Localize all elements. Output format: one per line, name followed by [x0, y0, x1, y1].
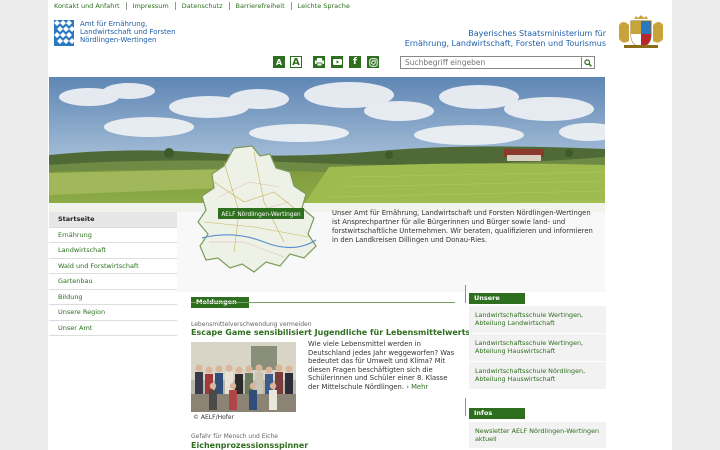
ministry-title[interactable]: Bayerisches Staatsministerium für Ernähr… [405, 29, 606, 48]
ministry-title-line: Ernährung, Landwirtschaft, Forsten und T… [404, 38, 606, 48]
topnav-link-impressum[interactable]: Impressum [127, 2, 176, 10]
topnav-link-datenschutz[interactable]: Datenschutz [176, 2, 230, 10]
sidebar-item-startseite[interactable]: Startseite [49, 212, 177, 228]
news-image-caption: © AELF/Hofer [193, 414, 235, 421]
amt-title-line: Nördlingen-Wertingen [80, 36, 157, 44]
school-link[interactable]: Landwirtschaftsschule Wertingen, Abteilu… [469, 306, 606, 334]
news-kicker: Gefahr für Mensch und Eiche [191, 433, 278, 440]
facebook-icon[interactable]: f [349, 56, 361, 68]
top-navigation: Kontakt und Anfahrt Impressum Datenschut… [54, 0, 356, 12]
header-banner-image [49, 77, 605, 212]
news-teaser-text: Wie viele Lebensmittel werden in Deutsch… [308, 340, 455, 391]
news-title-link[interactable]: Escape Game sensibilisiert Jugendliche f… [191, 328, 512, 337]
amt-title: Amt für Ernährung, Landwirtschaft und Fo… [80, 20, 176, 44]
youtube-icon[interactable] [331, 56, 343, 68]
bavarian-lozenge-icon [54, 20, 74, 46]
sidebar-navigation: Startseite Ernährung Landwirtschaft Wald… [49, 212, 177, 336]
info-heading-rule [465, 398, 466, 416]
intro-text: Unser Amt für Ernährung, Landwirtschaft … [332, 209, 593, 244]
search-box [400, 56, 595, 69]
toolbar: A A f [273, 56, 379, 68]
print-icon[interactable] [313, 56, 325, 68]
map-label: AELF Nördlingen-Wertingen [221, 212, 301, 218]
instagram-icon[interactable] [367, 56, 379, 68]
news-title-link[interactable]: Eichenprozessionsspinner [191, 441, 308, 450]
news-heading-rule [191, 302, 455, 303]
news-more-link[interactable]: › Mehr [406, 383, 428, 391]
sidebar-item-wald-und-forstwirtschaft[interactable]: Wald und Forstwirtschaft [49, 259, 177, 274]
bavarian-coat-of-arms-icon [616, 15, 666, 49]
sidebar-item-unsere-region[interactable]: Unsere Region [49, 305, 177, 321]
sidebar-item-landwirtschaft[interactable]: Landwirtschaft [49, 243, 177, 259]
font-size-small-button[interactable]: A [273, 56, 285, 68]
schools-heading-rule [465, 285, 466, 303]
sidebar-item-unser-amt[interactable]: Unser Amt [49, 321, 177, 336]
sidebar-item-bildung[interactable]: Bildung [49, 290, 177, 305]
topnav-link-barrierefreiheit[interactable]: Barrierefreiheit [230, 2, 292, 10]
sidebar-item-gartenbau[interactable]: Gartenbau [49, 274, 177, 290]
newsletter-link[interactable]: Newsletter AELF Nördlingen-Wertingen akt… [469, 422, 606, 449]
news-image[interactable] [191, 342, 296, 412]
region-map[interactable]: AELF Nördlingen-Wertingen [194, 142, 324, 276]
amt-title-line: Amt für Ernährung, [80, 20, 148, 28]
school-link[interactable]: Landwirtschaftsschule Wertingen, Abteilu… [469, 334, 606, 362]
search-icon [584, 58, 592, 67]
search-input[interactable] [401, 57, 581, 68]
info-box: Newsletter AELF Nördlingen-Wertingen akt… [469, 422, 606, 449]
sidebar-item-ernaehrung[interactable]: Ernährung [49, 228, 177, 243]
school-link[interactable]: Landwirtschaftsschule Nördlingen, Abteil… [469, 362, 606, 390]
page: Kontakt und Anfahrt Impressum Datenschut… [48, 0, 672, 450]
ministry-title-line: Bayerisches Staatsministerium für [468, 29, 606, 38]
schools-heading: Unsere Schulen [469, 293, 525, 313]
amt-logo[interactable]: Amt für Ernährung, Landwirtschaft und Fo… [54, 20, 176, 46]
search-button[interactable] [581, 57, 594, 68]
schools-box: Landwirtschaftsschule Wertingen, Abteilu… [469, 306, 606, 390]
news-teaser: Wie viele Lebensmittel werden in Deutsch… [308, 340, 456, 391]
amt-title-line: Landwirtschaft und Forsten [80, 28, 176, 36]
news-kicker: Lebensmittelverschwendung vermeiden [191, 321, 312, 328]
topnav-link-leichte-sprache[interactable]: Leichte Sprache [292, 2, 356, 10]
font-size-large-button[interactable]: A [290, 56, 302, 68]
info-heading: Infos erhalten [469, 408, 525, 428]
topnav-link-kontakt[interactable]: Kontakt und Anfahrt [54, 2, 127, 10]
